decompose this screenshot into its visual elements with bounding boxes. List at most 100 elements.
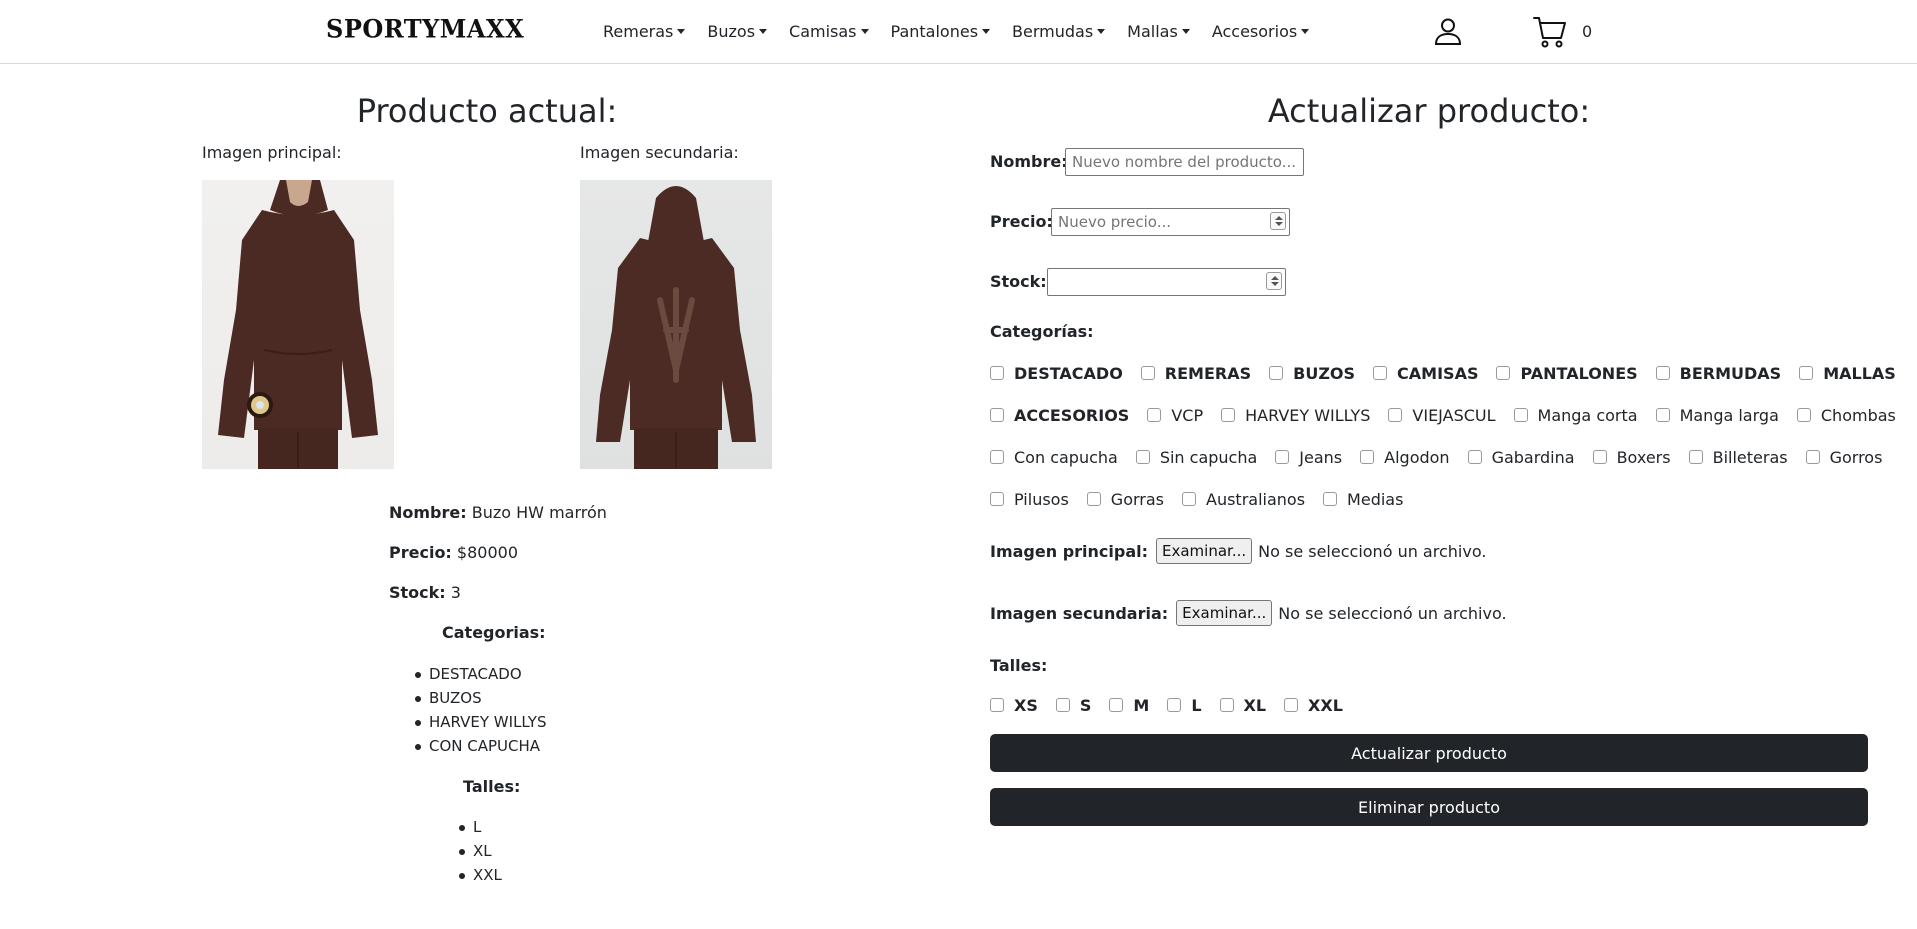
checkbox-box[interactable]: [1182, 492, 1196, 506]
category-checkbox[interactable]: DESTACADO: [990, 364, 1123, 383]
category-checkbox[interactable]: Algodon: [1360, 447, 1450, 467]
category-checkbox[interactable]: Chombas: [1796, 406, 1896, 425]
main-image-browse-button[interactable]: Examinar...: [1156, 538, 1253, 564]
category-checkbox[interactable]: Australianos: [1182, 490, 1305, 509]
checkbox-box[interactable]: [1467, 450, 1482, 464]
checkbox-box[interactable]: [1592, 450, 1607, 464]
checkbox-box[interactable]: [1055, 698, 1070, 712]
nav-item-bermudas[interactable]: Bermudas: [1012, 22, 1106, 41]
category-checkbox[interactable]: Con capucha: [990, 448, 1118, 467]
checkbox-label: Algodon: [1384, 447, 1450, 467]
main-image-label: Imagen principal:: [202, 143, 342, 162]
name-input[interactable]: [1065, 148, 1304, 176]
category-checkbox[interactable]: Sin capucha: [1135, 448, 1257, 467]
category-checkbox[interactable]: BERMUDAS: [1655, 364, 1781, 383]
update-product-button[interactable]: Actualizar producto: [990, 734, 1868, 772]
checkbox-box[interactable]: [1167, 698, 1182, 712]
cart-icon[interactable]: [1533, 16, 1567, 48]
category-checkbox[interactable]: REMERAS: [1140, 364, 1251, 383]
checkbox-box[interactable]: [1796, 408, 1811, 422]
nav-item-pantalones[interactable]: Pantalones: [891, 22, 991, 41]
category-checkbox[interactable]: Gorras: [1086, 490, 1164, 509]
checkbox-box[interactable]: [990, 450, 1004, 464]
stock-stepper[interactable]: [1266, 272, 1282, 290]
nav-item-camisas[interactable]: Camisas: [789, 22, 869, 41]
nav-item-remeras[interactable]: Remeras: [603, 22, 686, 41]
size-checkbox-l[interactable]: L: [1167, 696, 1202, 715]
checkbox-box[interactable]: [990, 366, 1004, 380]
checkbox-box[interactable]: [1109, 698, 1124, 712]
checkbox-box[interactable]: [1219, 698, 1234, 712]
caret-down-icon: [860, 28, 869, 34]
nav-item-accesorios[interactable]: Accesorios: [1212, 22, 1310, 41]
checkbox-label: Manga corta: [1537, 405, 1638, 425]
category-checkbox[interactable]: Pilusos: [990, 490, 1069, 509]
category-checkbox[interactable]: Jeans: [1275, 448, 1342, 467]
category-checkbox[interactable]: Manga larga: [1655, 405, 1779, 425]
checkbox-box[interactable]: [1360, 450, 1375, 464]
brand-logo[interactable]: SPORTYMAXX: [326, 13, 524, 43]
checkbox-box[interactable]: [1221, 408, 1236, 422]
checkbox-box[interactable]: [1140, 366, 1155, 380]
checkbox-label: PANTALONES: [1520, 363, 1638, 383]
checkbox-box[interactable]: [1269, 366, 1284, 380]
price-stepper[interactable]: [1270, 212, 1286, 230]
size-checkbox-s[interactable]: S: [1055, 696, 1091, 715]
checkbox-box[interactable]: [1655, 408, 1670, 422]
stock-input[interactable]: [1047, 268, 1286, 296]
name-field-label: Nombre:: [990, 152, 1068, 171]
checkbox-box[interactable]: [990, 408, 1004, 422]
checkbox-box[interactable]: [1688, 450, 1703, 464]
category-checkbox[interactable]: VIEJASCUL: [1388, 406, 1496, 425]
checkbox-label: Manga larga: [1679, 405, 1779, 425]
category-checkbox[interactable]: Boxers: [1592, 448, 1671, 467]
checkbox-box[interactable]: [1373, 366, 1388, 380]
category-checkbox[interactable]: PANTALONES: [1496, 363, 1638, 383]
checkbox-box[interactable]: [1086, 492, 1101, 506]
checkbox-box[interactable]: [1284, 698, 1299, 712]
checkbox-box[interactable]: [990, 492, 1004, 506]
checkbox-box[interactable]: [1805, 450, 1820, 464]
category-checkbox[interactable]: BUZOS: [1269, 364, 1355, 383]
list-item: L: [459, 815, 502, 839]
delete-product-button[interactable]: Eliminar producto: [990, 788, 1868, 826]
checkbox-box[interactable]: [1388, 408, 1403, 422]
current-categories-list: DESTACADO BUZOS HARVEY WILLYS CON CAPUCH…: [415, 662, 546, 758]
nav-item-mallas[interactable]: Mallas: [1127, 22, 1190, 41]
category-checkbox[interactable]: MALLAS: [1799, 364, 1896, 383]
category-checkbox[interactable]: Billeteras: [1688, 448, 1788, 467]
category-checkbox[interactable]: CAMISAS: [1373, 364, 1478, 383]
category-checkbox[interactable]: ACCESORIOS: [990, 406, 1129, 425]
stock-input-wrap: [1047, 268, 1286, 296]
current-categories-heading: Categorias:: [442, 623, 546, 642]
size-checkbox-xl[interactable]: XL: [1219, 695, 1267, 715]
nav-item-buzos[interactable]: Buzos: [707, 22, 768, 41]
checkbox-box[interactable]: [1496, 366, 1511, 380]
checkbox-box[interactable]: [990, 698, 1004, 712]
category-checkbox[interactable]: Gabardina: [1467, 448, 1575, 467]
size-checkbox-xs[interactable]: XS: [990, 696, 1038, 715]
checkbox-box[interactable]: [1275, 450, 1290, 464]
checkbox-box[interactable]: [1323, 492, 1338, 506]
checkbox-box[interactable]: [1147, 408, 1162, 422]
update-product-title: Actualizar producto:: [1267, 92, 1591, 130]
size-checkbox-xxl[interactable]: XXL: [1284, 696, 1343, 715]
checkbox-box[interactable]: [1655, 366, 1670, 380]
current-stock: Stock: 3: [389, 583, 461, 602]
caret-down-icon: [1181, 28, 1190, 34]
category-checkbox[interactable]: Gorros: [1805, 448, 1882, 467]
category-checkbox[interactable]: Manga corta: [1513, 405, 1638, 425]
checkbox-box[interactable]: [1135, 450, 1150, 464]
category-checkbox[interactable]: HARVEY WILLYS: [1221, 406, 1370, 425]
checkbox-label: XL: [1243, 695, 1267, 715]
user-icon[interactable]: [1434, 17, 1462, 45]
checkbox-box[interactable]: [1799, 366, 1814, 380]
list-item: DESTACADO: [415, 662, 546, 686]
price-input[interactable]: [1051, 208, 1290, 236]
category-checkbox[interactable]: VCP: [1147, 406, 1203, 425]
size-checkbox-m[interactable]: M: [1109, 696, 1149, 715]
product-secondary-image: [580, 180, 772, 469]
checkbox-box[interactable]: [1513, 408, 1528, 422]
secondary-image-browse-button[interactable]: Examinar...: [1176, 600, 1273, 626]
category-checkbox[interactable]: Medias: [1323, 490, 1403, 509]
